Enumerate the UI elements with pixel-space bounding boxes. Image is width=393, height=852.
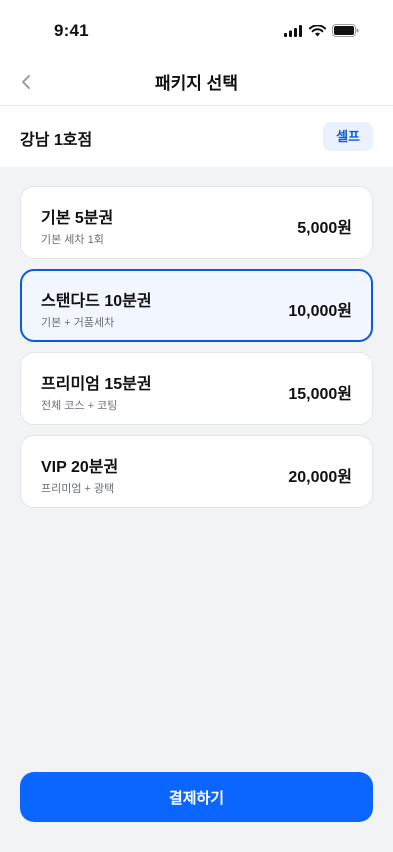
package-price: 5,000원 bbox=[297, 220, 352, 237]
package-price: 15,000원 bbox=[288, 386, 352, 403]
package-description: 기본 세차 1회 bbox=[41, 234, 104, 246]
nav-bar: 패키지 선택 bbox=[0, 58, 393, 106]
battery-icon bbox=[332, 24, 359, 37]
package-name: 프리미엄 15분권 bbox=[41, 376, 152, 393]
package-name: 스탠다드 10분권 bbox=[41, 293, 152, 310]
store-info-row: 강남 1호점 셀프 bbox=[0, 106, 393, 167]
package-list: 기본 5분권 기본 세차 1회 5,000원 스탠다드 10분권 기본 + 거품… bbox=[20, 186, 373, 518]
status-bar: 9:41 bbox=[0, 0, 393, 58]
package-card-standard[interactable]: 스탠다드 10분권 기본 + 거품세차 10,000원 bbox=[20, 269, 373, 342]
package-card-vip[interactable]: VIP 20분권 프리미엄 + 광택 20,000원 bbox=[20, 435, 373, 508]
package-name: VIP 20분권 bbox=[41, 459, 119, 476]
package-select-screen: 9:41 패키지 선택 강남 1호점 셀프 기본 5분권 기본 세차 1회 5,… bbox=[0, 0, 393, 852]
package-description: 전체 코스 + 코팅 bbox=[41, 400, 118, 412]
page-title: 패키지 선택 bbox=[155, 74, 238, 93]
package-name: 기본 5분권 bbox=[41, 210, 114, 227]
package-description: 프리미엄 + 광택 bbox=[41, 483, 115, 495]
store-name: 강남 1호점 bbox=[20, 132, 93, 149]
cellular-signal-icon bbox=[284, 24, 302, 37]
package-card-premium[interactable]: 프리미엄 15분권 전체 코스 + 코팅 15,000원 bbox=[20, 352, 373, 425]
pay-button[interactable]: 결제하기 bbox=[20, 772, 373, 822]
package-price: 10,000원 bbox=[288, 303, 352, 320]
package-price: 20,000원 bbox=[288, 469, 352, 486]
package-description: 기본 + 거품세차 bbox=[41, 317, 115, 329]
status-icons bbox=[284, 24, 359, 37]
package-card-basic[interactable]: 기본 5분권 기본 세차 1회 5,000원 bbox=[20, 186, 373, 259]
wifi-icon bbox=[309, 24, 326, 36]
status-time: 9:41 bbox=[54, 21, 89, 40]
wash-type-badge: 셀프 bbox=[323, 122, 373, 151]
